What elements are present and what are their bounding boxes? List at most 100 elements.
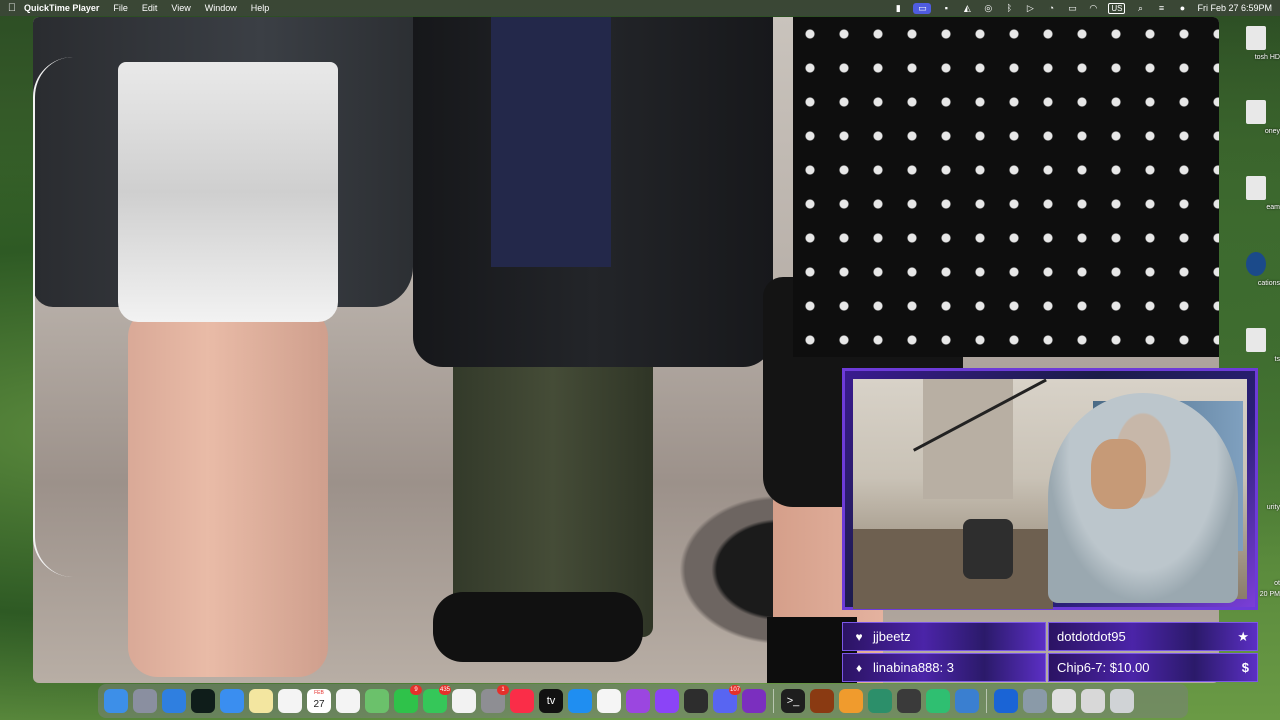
latest-bits: ♦ linabina888: 3 — [842, 653, 1046, 682]
wifi-icon[interactable]: ◠ — [1087, 3, 1099, 14]
news-icon[interactable] — [452, 689, 476, 713]
twitch-icon[interactable] — [655, 689, 679, 713]
video-person-middle-shoes — [433, 592, 643, 662]
tv-icon[interactable]: tv — [539, 689, 563, 713]
document-icon — [1246, 328, 1266, 352]
trash-icon[interactable] — [1110, 689, 1134, 713]
calendar-icon[interactable]: 27 FEB — [307, 689, 331, 713]
menu-view[interactable]: View — [171, 3, 190, 13]
photos-icon[interactable] — [597, 689, 621, 713]
facetime-icon[interactable]: 9 — [394, 685, 422, 713]
finder-icon[interactable] — [104, 689, 128, 713]
dock: 27 FEB 9 435 1 tv 107 >_ — [98, 684, 1188, 718]
latest-subscriber: dotdotdot95 ★ — [1048, 622, 1258, 651]
dock-item-glyph: >_ — [786, 695, 800, 707]
menu-file[interactable]: File — [113, 3, 128, 13]
document-icon[interactable] — [1052, 689, 1076, 713]
video-person-left-skirt — [118, 62, 338, 322]
webcam-streamer — [1048, 393, 1238, 603]
document-icon — [1246, 176, 1266, 200]
latest-donation: Chip6-7: $10.00 $ — [1048, 653, 1258, 682]
stickies-icon[interactable]: ▮ — [892, 3, 904, 14]
stream-alerts-bar: ♥ jjbeetz dotdotdot95 ★ ♦ linabina888: 3… — [842, 620, 1258, 684]
music-icon[interactable] — [510, 689, 534, 713]
heart-icon: ♥ — [855, 629, 863, 644]
launchpad-icon[interactable] — [133, 689, 157, 713]
freeform-icon[interactable] — [278, 689, 302, 713]
hard-drive-icon — [1246, 26, 1266, 50]
guitar-icon[interactable] — [897, 689, 921, 713]
star-icon: ★ — [1237, 628, 1249, 644]
app-store-icon[interactable] — [568, 689, 592, 713]
messages-icon[interactable]: 435 — [423, 685, 451, 713]
desktop-icon[interactable]: eam — [1232, 176, 1280, 211]
desktop-icon-label: eam — [1266, 204, 1280, 211]
diamond-icon: ♦ — [855, 660, 863, 675]
keyboard-layout[interactable]: US — [1108, 2, 1126, 14]
latest-subscriber-name: dotdotdot95 — [1057, 629, 1126, 644]
bluetooth-icon[interactable]: ᛒ — [1003, 3, 1015, 13]
apple-icon[interactable]:  — [0, 2, 24, 14]
onenote-icon[interactable] — [742, 689, 766, 713]
desktop-icon-label: tosh HD — [1254, 54, 1280, 61]
desktop-icon[interactable]: tosh HD — [1232, 26, 1280, 61]
terminal-icon[interactable]: ▪ — [940, 3, 952, 13]
desktop-icon[interactable]: ts — [1232, 328, 1280, 363]
podcasts-icon[interactable] — [626, 689, 650, 713]
latest-bits-text: linabina888: 3 — [873, 660, 954, 675]
dock-item-glyph: tv — [546, 695, 556, 707]
menu-window[interactable]: Window — [205, 3, 237, 13]
webcam-overlay — [842, 368, 1258, 610]
battery-icon[interactable]: ▭ — [1066, 3, 1078, 14]
steam-icon — [1246, 252, 1266, 276]
play-icon[interactable]: ▷ — [1024, 3, 1036, 14]
1password-icon[interactable] — [994, 689, 1018, 713]
discord-icon[interactable]: 107 — [713, 685, 741, 713]
reminders-icon[interactable] — [336, 689, 360, 713]
safari-icon[interactable] — [162, 689, 186, 713]
desktop-icon-label: oney — [1264, 128, 1280, 135]
screenshot-icon[interactable] — [1081, 689, 1105, 713]
video-person-left-legs — [128, 307, 328, 677]
folder-icon[interactable] — [1023, 689, 1047, 713]
calendar-month: FEB — [314, 690, 324, 696]
notes-icon[interactable] — [249, 689, 273, 713]
desktop-icon[interactable]: oney — [1232, 100, 1280, 135]
chatgpt-icon[interactable] — [191, 689, 215, 713]
status-area: ▮ ▭ ▪ ◭ ◎ ᛒ ▷ ◔ ▭ ◠ US ⌕ ≡ ● Fri Feb 27 … — [892, 0, 1272, 16]
network-icon[interactable]: ◎ — [982, 3, 994, 14]
maps-icon[interactable] — [365, 689, 389, 713]
menu-app-name[interactable]: QuickTime Player — [24, 3, 99, 13]
final-cut-icon[interactable] — [684, 689, 708, 713]
terminal-icon[interactable]: >_ — [781, 689, 805, 713]
desktop-icon[interactable]: cations — [1232, 252, 1280, 287]
menu-bar:  QuickTime Player File Edit View Window… — [0, 0, 1280, 16]
sublime-icon[interactable] — [839, 689, 863, 713]
webcam-streamer-face — [1091, 439, 1146, 509]
notification-badge: 107 — [728, 685, 741, 695]
webcam-desk — [853, 529, 1053, 609]
time-machine-icon[interactable]: ◔ — [1045, 3, 1057, 13]
notification-badge: 9 — [410, 685, 422, 695]
latest-follower-name: jjbeetz — [873, 629, 911, 644]
siri-icon[interactable]: ● — [1176, 3, 1188, 13]
earbud-cable — [33, 57, 135, 577]
vpn-icon[interactable]: ◭ — [961, 3, 973, 14]
game-icon[interactable] — [810, 689, 834, 713]
dock-divider — [986, 689, 987, 713]
menu-help[interactable]: Help — [251, 3, 270, 13]
xcode-icon[interactable] — [868, 689, 892, 713]
spotlight-icon[interactable]: ⌕ — [1134, 3, 1146, 14]
preview-icon[interactable] — [955, 689, 979, 713]
chat-icon[interactable] — [926, 689, 950, 713]
control-center-icon[interactable]: ≡ — [1155, 3, 1167, 13]
screen-record-icon[interactable]: ▭ — [913, 2, 932, 14]
menu-edit[interactable]: Edit — [142, 3, 158, 13]
webcam-feed — [853, 378, 1247, 609]
system-settings-icon[interactable]: 1 — [481, 685, 509, 713]
notification-badge: 435 — [438, 685, 451, 695]
video-person-middle-shirt — [491, 17, 611, 267]
mail-icon[interactable] — [220, 689, 244, 713]
dock-divider — [773, 689, 774, 713]
menu-clock[interactable]: Fri Feb 27 6:59PM — [1197, 3, 1272, 13]
